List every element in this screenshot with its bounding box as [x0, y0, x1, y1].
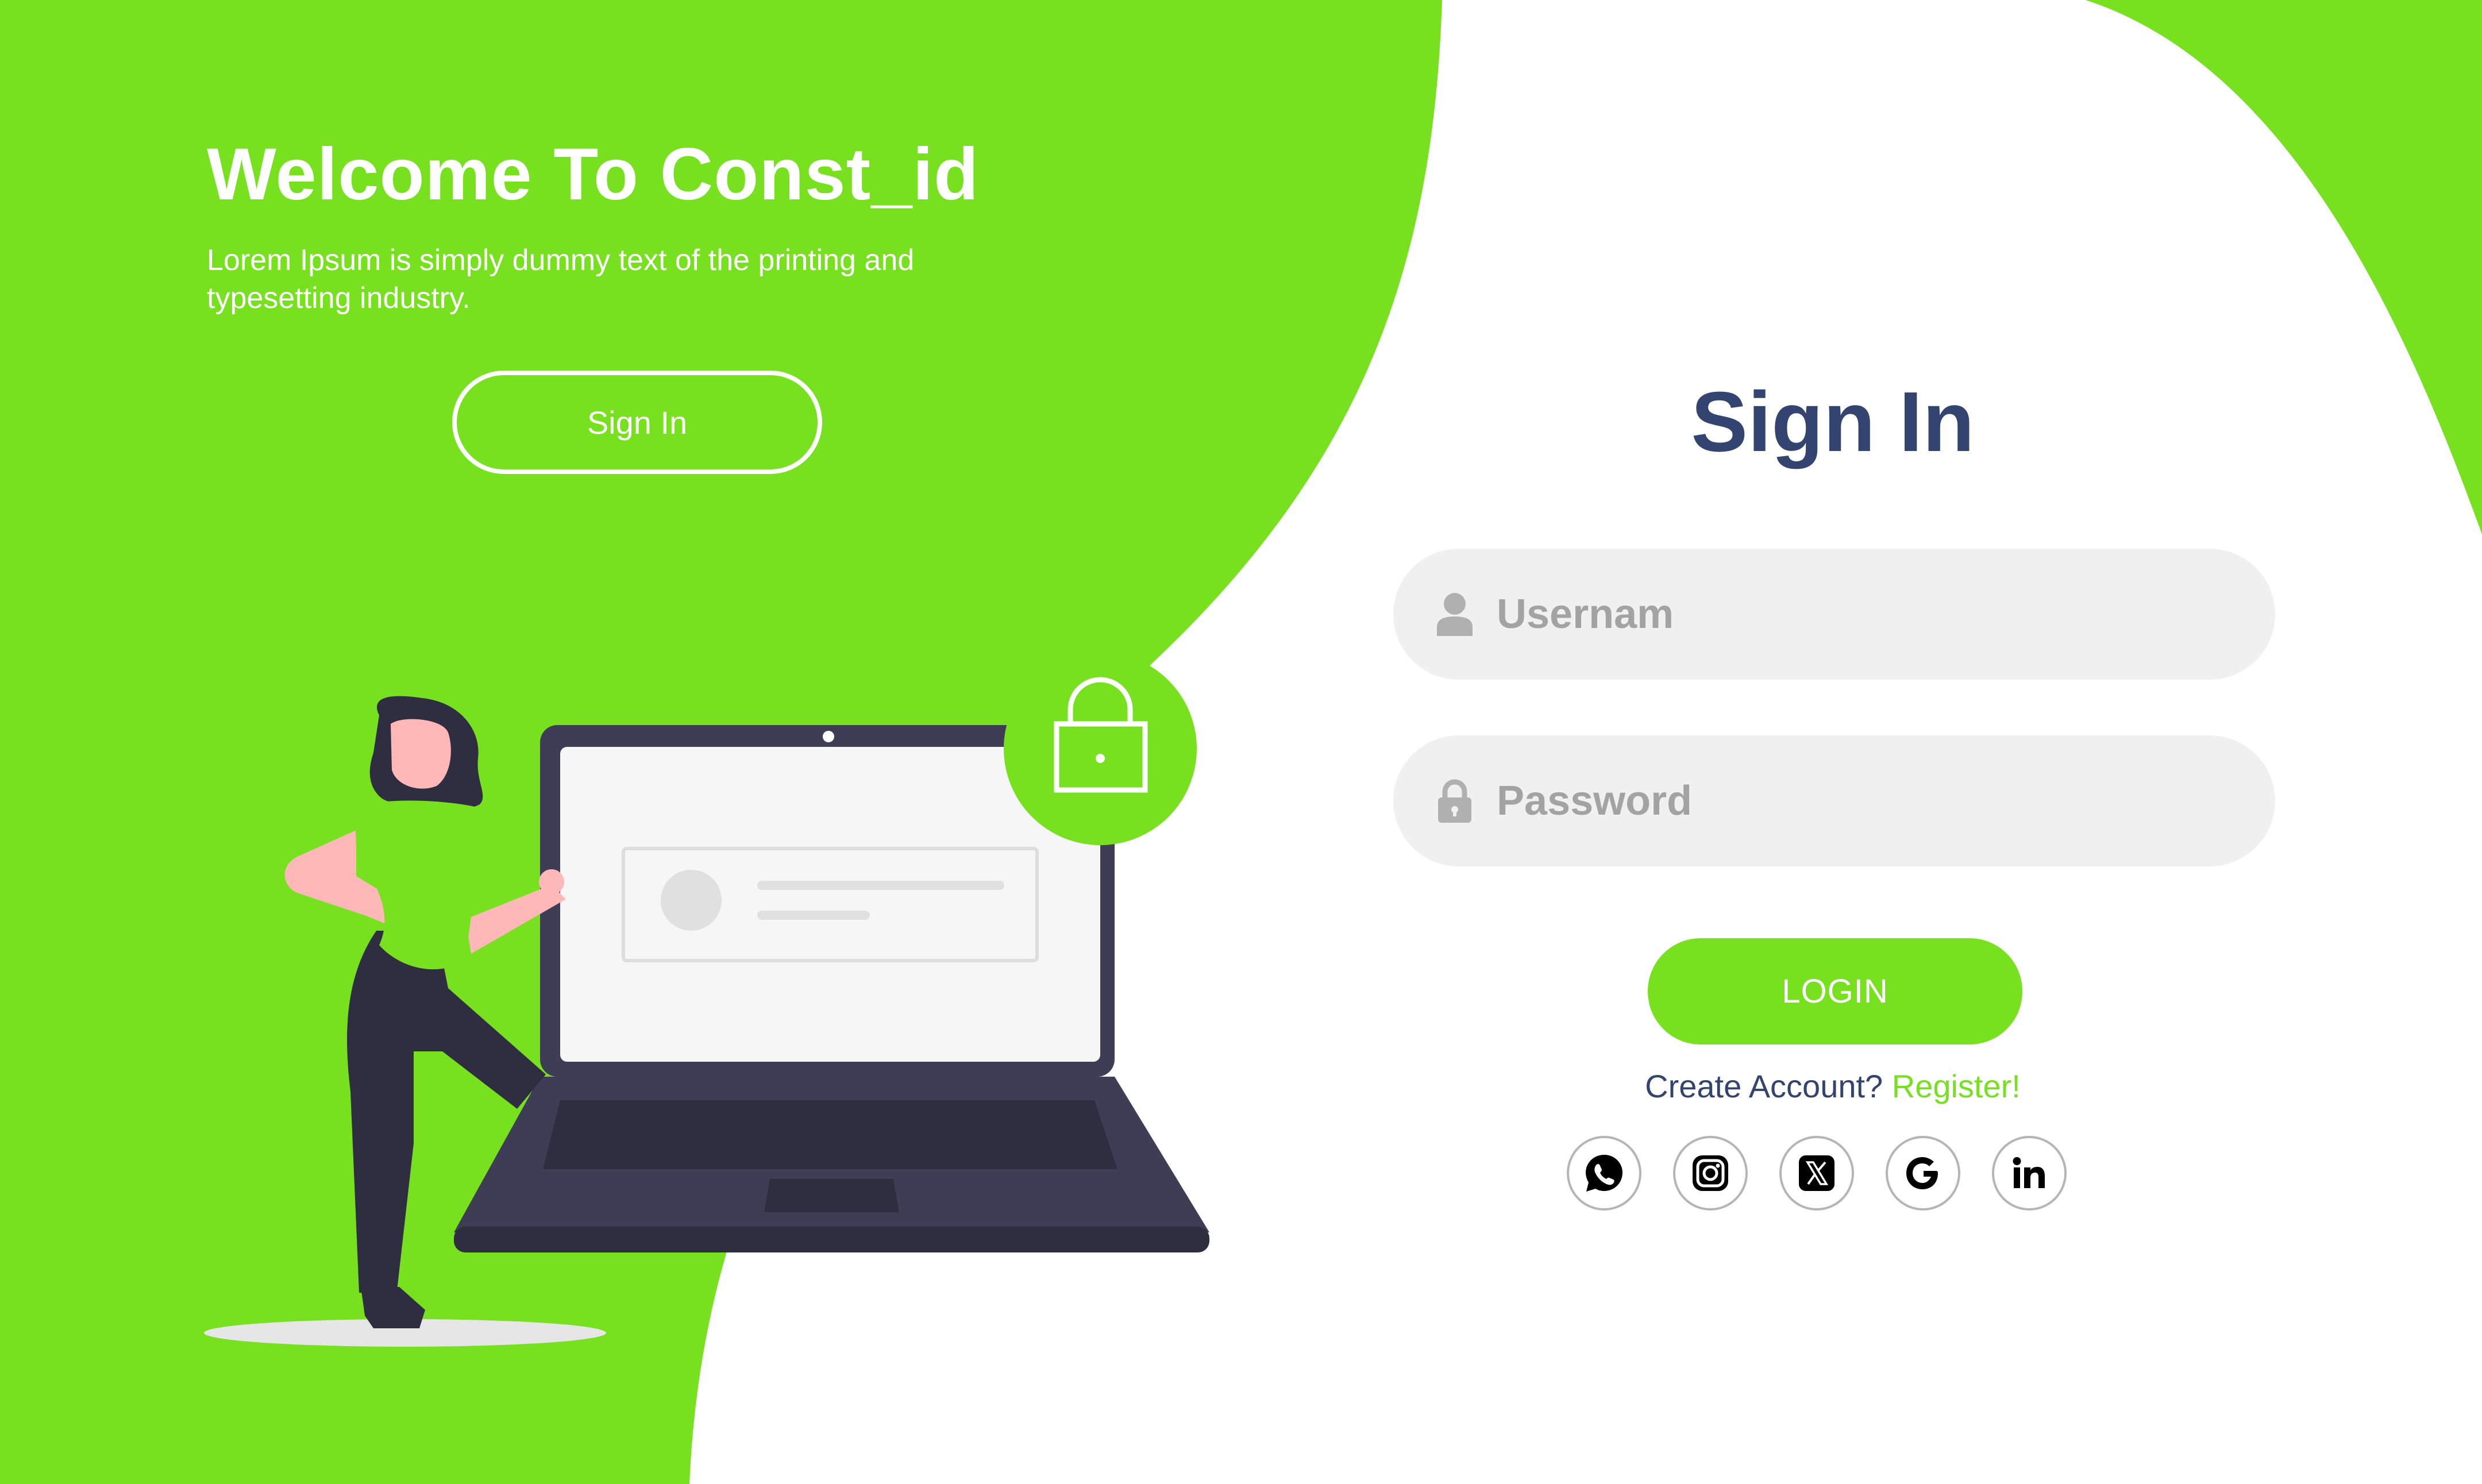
hero-sign-in-button[interactable]: Sign In — [452, 371, 822, 474]
instagram-icon — [1693, 1155, 1728, 1191]
password-input[interactable] — [1496, 766, 2245, 836]
username-field[interactable] — [1393, 549, 2275, 680]
create-account-row: Create Account? Register! — [1390, 1067, 2275, 1105]
hero-title: Welcome To Const_id — [207, 133, 980, 215]
user-icon — [1435, 591, 1475, 637]
form-title: Sign In — [1691, 375, 1975, 469]
social-login-row — [1567, 1136, 2067, 1213]
password-field[interactable] — [1393, 735, 2275, 866]
hero-subtitle: Lorem Ipsum is simply dummy text of the … — [207, 244, 915, 315]
linkedin-button[interactable] — [1992, 1136, 2067, 1211]
x-button[interactable] — [1779, 1136, 1854, 1211]
username-input[interactable] — [1496, 579, 2245, 649]
create-account-text: Create Account? — [1645, 1068, 1883, 1104]
instagram-button[interactable] — [1673, 1136, 1748, 1211]
login-button[interactable]: LOGIN — [1648, 938, 2022, 1044]
linkedin-icon — [2013, 1157, 2045, 1188]
lock-icon — [1435, 778, 1475, 824]
x-icon — [1799, 1155, 1834, 1191]
google-icon — [1906, 1157, 1938, 1189]
lock-badge — [1004, 652, 1197, 845]
google-button[interactable] — [1886, 1136, 1960, 1211]
whatsapp-icon — [1586, 1155, 1622, 1192]
whatsapp-button[interactable] — [1567, 1136, 1641, 1211]
register-link[interactable]: Register! — [1892, 1068, 2021, 1104]
